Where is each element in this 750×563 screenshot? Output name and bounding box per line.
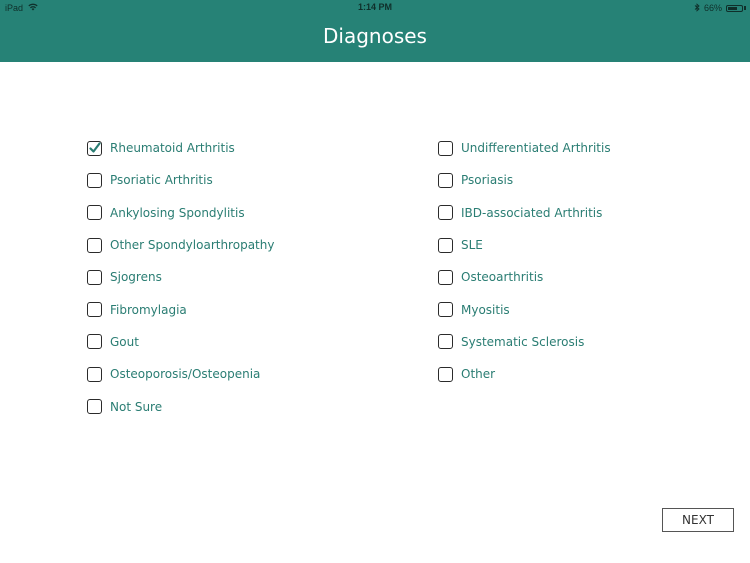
diagnosis-option[interactable]: Myositis (438, 293, 611, 325)
status-time: 1:14 PM (357, 2, 392, 12)
diagnosis-label: Gout (110, 334, 139, 349)
diagnosis-option[interactable]: Systematic Sclerosis (438, 326, 611, 358)
checkbox[interactable] (438, 269, 453, 285)
diagnosis-label: Sjogrens (110, 270, 162, 285)
next-button[interactable]: NEXT (662, 508, 734, 532)
diagnosis-option[interactable]: SLE (438, 229, 611, 261)
diagnosis-label: Not Sure (110, 399, 163, 414)
checkbox[interactable] (438, 334, 453, 350)
checkbox-checked[interactable] (87, 140, 102, 156)
diagnosis-option[interactable]: Fibromylagia (87, 293, 274, 325)
diagnoses-right-column: Undifferentiated Arthritis Psoriasis IBD-a… (438, 132, 611, 390)
diagnosis-option[interactable]: Sjogrens (87, 261, 274, 293)
diagnosis-label: Rheumatoid Arthritis (110, 141, 235, 156)
diagnosis-label: Osteoporosis/Osteopenia (110, 367, 261, 382)
battery-tip (744, 6, 746, 10)
diagnosis-label: Myositis (461, 302, 510, 317)
checkbox[interactable] (87, 237, 102, 253)
diagnosis-label: Psoriatic Arthritis (110, 173, 213, 188)
status-right: 66% (694, 2, 746, 14)
battery-percent: 66% (703, 3, 722, 13)
diagnosis-option[interactable]: Osteoporosis/Osteopenia (87, 358, 274, 390)
diagnosis-label: Psoriasis (461, 173, 514, 188)
battery-icon (726, 4, 743, 12)
diagnosis-option[interactable]: Not Sure (87, 390, 274, 422)
diagnosis-option[interactable]: Undifferentiated Arthritis (438, 132, 611, 164)
diagnosis-option[interactable]: Psoriasis (438, 164, 611, 196)
checkbox[interactable] (87, 366, 102, 382)
header-bar: iPad 1:14 PM 66% Diagnoses (0, 0, 750, 62)
bluetooth-icon (694, 2, 700, 14)
checkbox[interactable] (87, 302, 102, 318)
diagnosis-option[interactable]: Psoriatic Arthritis (87, 164, 274, 196)
diagnosis-label: Other Spondyloarthropathy (110, 238, 275, 253)
diagnosis-label: Other (461, 367, 496, 382)
diagnosis-label: Undifferentiated Arthritis (461, 141, 611, 156)
checkmark-icon (89, 142, 101, 153)
diagnosis-label: Fibromylagia (110, 302, 187, 317)
diagnosis-label: Systematic Sclerosis (461, 334, 585, 349)
diagnosis-option[interactable]: Other Spondyloarthropathy (87, 229, 274, 261)
diagnosis-option[interactable]: Ankylosing Spondylitis (87, 197, 274, 229)
diagnosis-option[interactable]: Other (438, 358, 611, 390)
checkbox[interactable] (87, 205, 102, 221)
checkbox[interactable] (438, 237, 453, 253)
diagnosis-label: Osteoarthritis (461, 270, 544, 285)
diagnosis-option[interactable]: Gout (87, 326, 274, 358)
checkbox[interactable] (87, 172, 102, 188)
checkbox[interactable] (87, 399, 102, 415)
page-title: Diagnoses (323, 24, 427, 48)
battery-fill (728, 6, 737, 10)
diagnoses-left-column: Rheumatoid Arthritis Psoriatic Arthritis A… (87, 132, 274, 423)
checkbox[interactable] (87, 334, 102, 350)
checkbox[interactable] (438, 140, 453, 156)
checkbox[interactable] (438, 302, 453, 318)
diagnosis-label: Ankylosing Spondylitis (110, 205, 245, 220)
checkbox[interactable] (438, 366, 453, 382)
checkbox[interactable] (438, 172, 453, 188)
checkbox[interactable] (87, 269, 102, 285)
diagnosis-option[interactable]: Osteoarthritis (438, 261, 611, 293)
diagnosis-label: SLE (461, 238, 483, 253)
diagnosis-option[interactable]: IBD-associated Arthritis (438, 197, 611, 229)
diagnosis-option[interactable]: Rheumatoid Arthritis (87, 132, 274, 164)
checkbox[interactable] (438, 205, 453, 221)
diagnosis-label: IBD-associated Arthritis (461, 205, 603, 220)
